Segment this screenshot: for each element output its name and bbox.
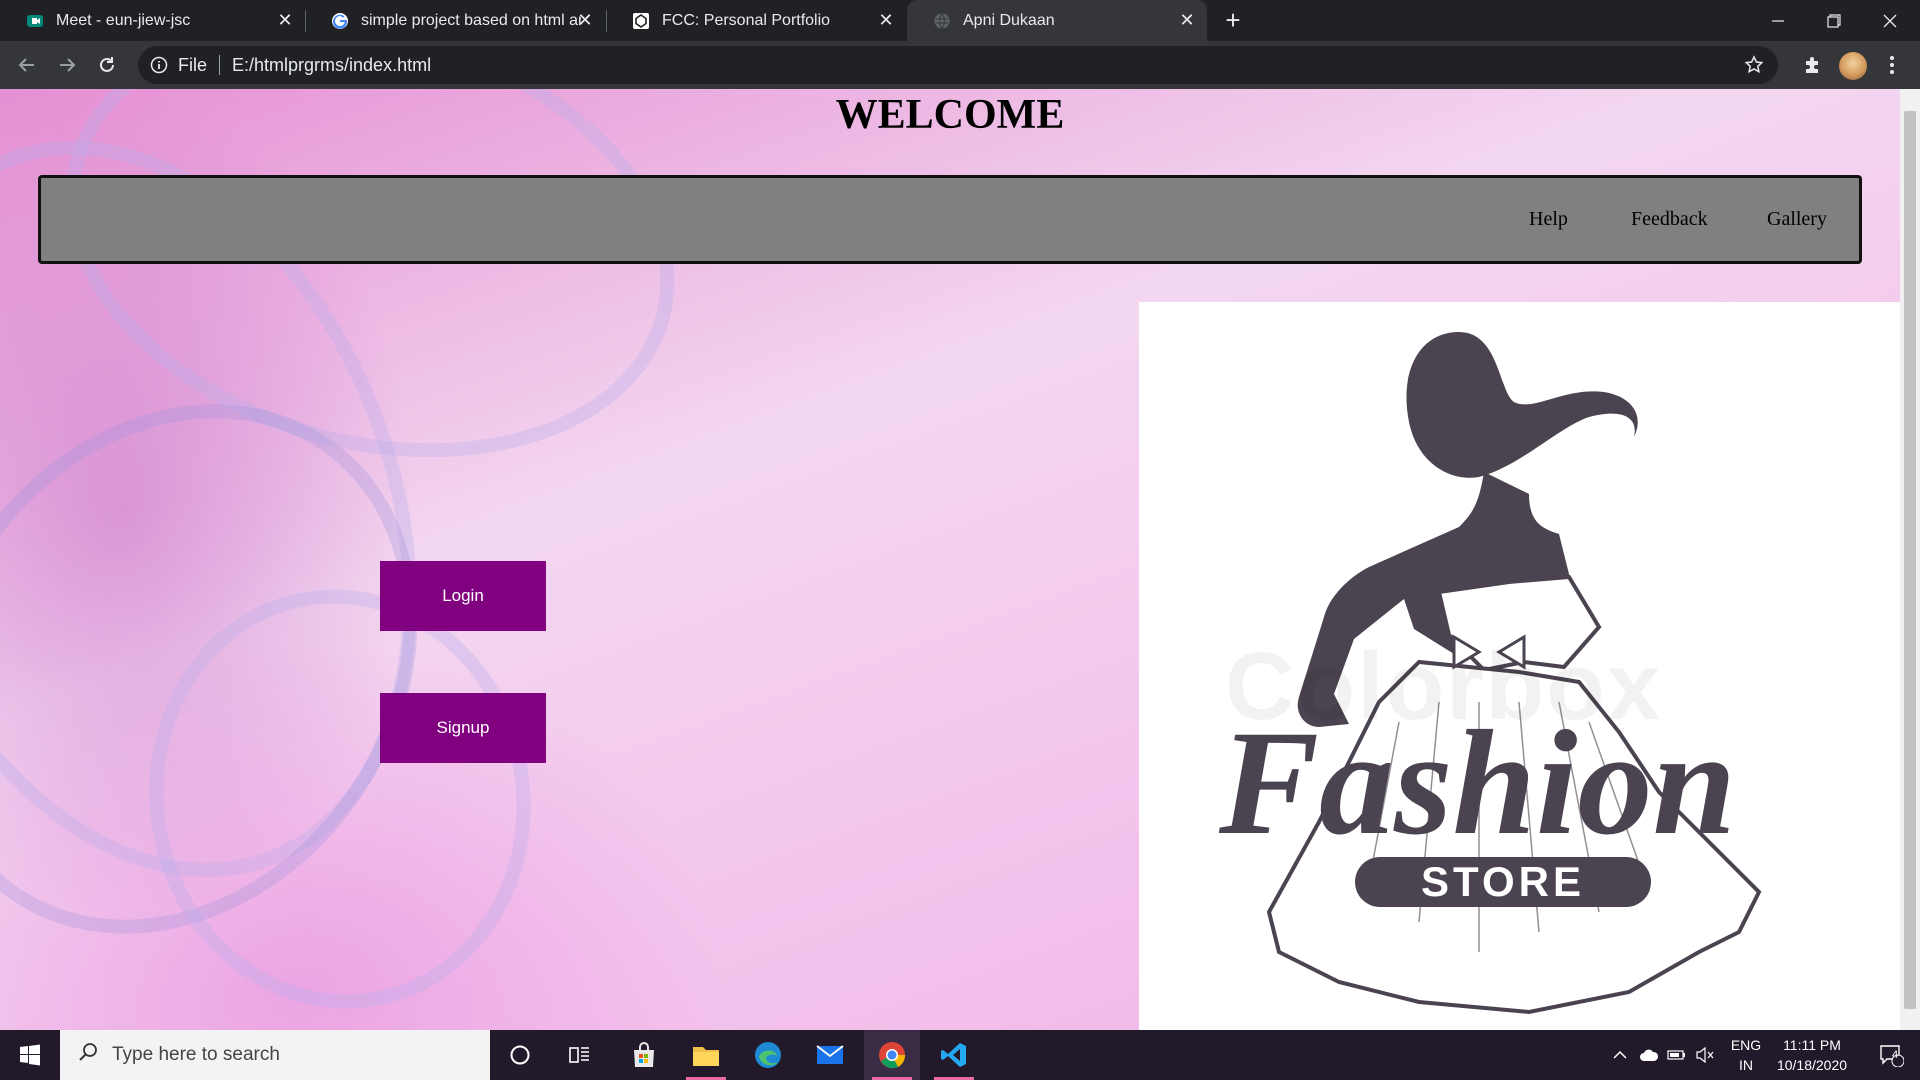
reload-button[interactable] bbox=[92, 50, 122, 80]
volume-muted-icon[interactable] bbox=[1692, 1030, 1718, 1080]
cortana-icon[interactable] bbox=[492, 1030, 548, 1080]
mail-icon[interactable] bbox=[802, 1030, 858, 1080]
url-scheme: File bbox=[178, 54, 208, 75]
clock-date: 10/18/2020 bbox=[1776, 1057, 1848, 1073]
back-button[interactable] bbox=[12, 50, 42, 80]
logo-store-badge: STORE bbox=[1355, 857, 1651, 907]
new-tab-button[interactable]: + bbox=[1220, 7, 1246, 34]
vscode-icon[interactable] bbox=[926, 1030, 982, 1080]
fashion-store-logo-image: Colorbox Fashion STORE bbox=[1139, 302, 1900, 1030]
menu-kebab-icon[interactable] bbox=[1880, 53, 1904, 77]
microsoft-store-icon[interactable] bbox=[616, 1030, 672, 1080]
tab-apni-dukaan[interactable]: Apni Dukaan ✕ bbox=[907, 0, 1207, 41]
extensions-puzzle-icon[interactable] bbox=[1800, 53, 1824, 77]
page-title: WELCOME bbox=[835, 92, 1065, 138]
onedrive-cloud-icon[interactable] bbox=[1636, 1030, 1662, 1080]
close-icon[interactable]: ✕ bbox=[575, 10, 595, 30]
meet-icon bbox=[26, 12, 44, 30]
windows-taskbar: Type here to search ENG IN 11:11 PM 10/1… bbox=[0, 1030, 1920, 1080]
tab-title: Apni Dukaan bbox=[963, 11, 1055, 29]
login-button[interactable]: Login bbox=[380, 561, 546, 631]
nav-link-feedback[interactable]: Feedback bbox=[1631, 208, 1708, 231]
notification-center-icon[interactable]: 4 bbox=[1866, 1030, 1916, 1080]
restore-button[interactable] bbox=[1806, 0, 1862, 41]
globe-icon bbox=[933, 12, 951, 30]
codepen-icon bbox=[632, 12, 650, 30]
windows-logo-icon bbox=[20, 1044, 40, 1066]
top-navbar: Help Feedback Gallery bbox=[38, 175, 1862, 264]
info-icon[interactable] bbox=[150, 56, 168, 74]
notification-count-badge: 4 bbox=[1892, 1049, 1899, 1061]
vertical-scrollbar[interactable] bbox=[1900, 89, 1920, 1030]
tab-meet[interactable]: Meet - eun-jiew-jsc ✕ bbox=[0, 0, 305, 41]
tab-google-search[interactable]: simple project based on html and ✕ bbox=[305, 0, 605, 41]
system-clock[interactable]: 11:11 PM 10/18/2020 bbox=[1760, 1035, 1864, 1075]
close-window-button[interactable] bbox=[1862, 0, 1918, 41]
edge-browser-icon[interactable] bbox=[740, 1030, 796, 1080]
tab-fcc-portfolio[interactable]: FCC: Personal Portfolio ✕ bbox=[606, 0, 906, 41]
windows-start-button[interactable] bbox=[0, 1030, 60, 1080]
nav-link-gallery[interactable]: Gallery bbox=[1767, 208, 1827, 231]
scrollbar-thumb[interactable] bbox=[1904, 111, 1916, 1009]
address-bar[interactable]: File E:/htmlprgrms/index.html bbox=[138, 46, 1778, 84]
minimize-button[interactable] bbox=[1750, 0, 1806, 41]
forward-button[interactable] bbox=[52, 50, 82, 80]
browser-toolbar: File E:/htmlprgrms/index.html bbox=[0, 41, 1920, 89]
google-icon bbox=[331, 12, 349, 30]
profile-avatar[interactable] bbox=[1839, 52, 1867, 80]
file-explorer-icon[interactable] bbox=[678, 1030, 734, 1080]
tab-title: Meet - eun-jiew-jsc bbox=[56, 11, 191, 29]
search-placeholder: Type here to search bbox=[112, 1044, 280, 1065]
clock-time: 11:11 PM bbox=[1783, 1037, 1841, 1053]
taskbar-search-box[interactable]: Type here to search bbox=[60, 1030, 490, 1080]
divider bbox=[219, 55, 221, 75]
page-viewport: WELCOME Help Feedback Gallery Login Sign… bbox=[0, 89, 1900, 1030]
close-icon[interactable]: ✕ bbox=[1177, 10, 1197, 30]
url-text[interactable]: E:/htmlprgrms/index.html bbox=[232, 55, 431, 76]
tab-title: FCC: Personal Portfolio bbox=[662, 11, 831, 29]
logo-fashion-text: Fashion bbox=[1219, 700, 1736, 866]
chrome-icon[interactable] bbox=[864, 1030, 920, 1080]
show-hidden-icons-chevron-icon[interactable] bbox=[1608, 1030, 1632, 1080]
close-icon[interactable]: ✕ bbox=[876, 10, 896, 30]
close-icon[interactable]: ✕ bbox=[275, 10, 295, 30]
task-view-icon[interactable] bbox=[552, 1030, 608, 1080]
signup-button[interactable]: Signup bbox=[380, 693, 546, 763]
search-icon bbox=[78, 1042, 98, 1068]
nav-link-help[interactable]: Help bbox=[1529, 208, 1568, 231]
tab-title: simple project based on html and bbox=[361, 11, 581, 29]
bookmark-star-icon[interactable] bbox=[1744, 55, 1764, 80]
tab-strip: Meet - eun-jiew-jsc ✕ simple project bas… bbox=[0, 0, 1920, 41]
battery-icon[interactable] bbox=[1664, 1030, 1690, 1080]
